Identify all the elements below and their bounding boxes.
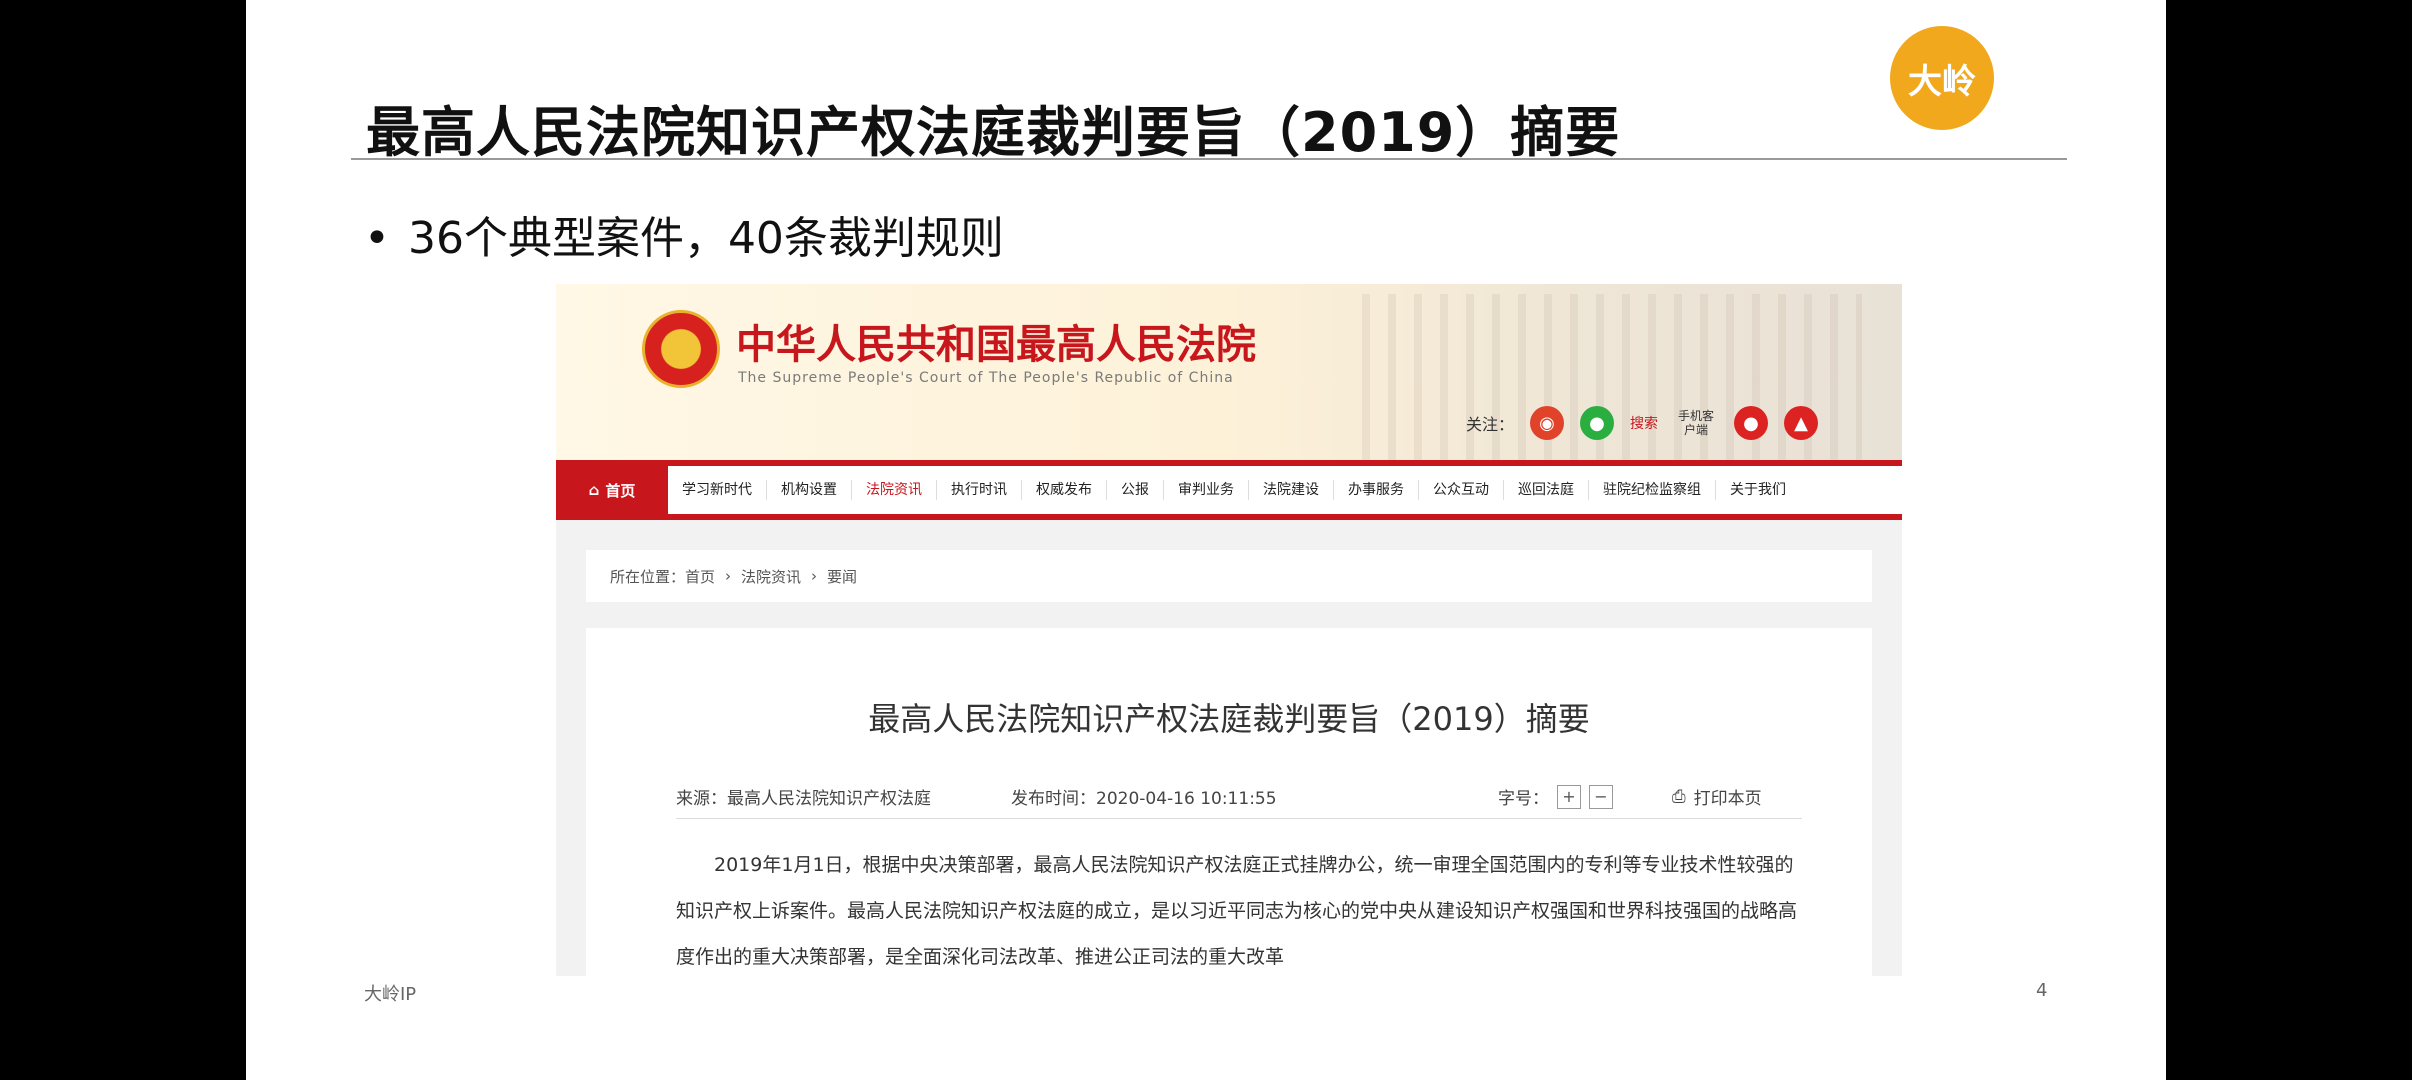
nav-item[interactable]: 权威发布 [1022,480,1107,500]
presentation-slide: 最高人民法院知识产权法庭裁判要旨（2019）摘要 大岭 • 36个典型案件，40条… [246,0,2166,1080]
follow-label: 关注： [1466,415,1515,434]
page-number: 4 [2036,980,2048,1001]
breadcrumb-item[interactable]: 要闻 [827,566,857,587]
national-emblem-icon [642,310,720,388]
bullet-dot-icon: • [364,213,390,264]
search-link[interactable]: 搜索 [1630,413,1658,433]
nav-item[interactable]: 办事服务 [1334,480,1419,500]
nav-item[interactable]: 公报 [1107,480,1164,500]
court-name-en: The Supreme People's Court of The People… [738,370,1234,386]
breadcrumb-item[interactable]: 首页 [685,566,715,587]
site-navbar: ⌂ 首页 学习新时代 机构设置 法院资讯 执行时讯 权威发布 公报 审判业务 法… [556,460,1902,520]
mobile-client-label[interactable]: 手机客户端 [1674,409,1718,437]
nav-home-label: 首页 [605,481,636,500]
footer-brand: 大岭IP [364,984,417,1005]
nav-item[interactable]: 执行时讯 [937,480,1022,500]
font-increase-button[interactable]: + [1557,784,1581,809]
brand-logo: 大岭 [1890,26,1994,130]
nav-item[interactable]: 巡回法庭 [1504,480,1589,500]
slide-bullet: • 36个典型案件，40条裁判规则 [364,202,1004,266]
breadcrumb: 所在位置： 首页 › 法院资讯 › 要闻 [586,550,1872,602]
android-icon[interactable]: ▲ [1784,406,1819,440]
nav-item[interactable]: 审判业务 [1164,480,1249,500]
breadcrumb-prefix: 所在位置： [610,567,686,586]
chevron-right-icon: › [811,567,818,585]
article-paragraph: 2019年1月1日，根据中央决策部署，最高人民法院知识产权法庭正式挂牌办公，统一… [676,854,1798,968]
nav-item[interactable]: 关于我们 [1716,480,1800,500]
font-decrease-button[interactable]: − [1589,784,1613,809]
nav-item[interactable]: 公众互动 [1419,480,1504,500]
wechat-icon[interactable]: ● [1580,406,1615,440]
nav-item[interactable]: 学习新时代 [668,480,767,500]
font-size-label: 字号： [1498,789,1549,809]
site-header: 中华人民共和国最高人民法院 The Supreme People's Court… [556,284,1902,464]
article-panel: 最高人民法院知识产权法庭裁判要旨（2019）摘要 来源：最高人民法院知识产权法庭… [586,628,1872,976]
article-publish-time: 发布时间：2020-04-16 10:11:55 [1011,789,1277,809]
article-title: 最高人民法院知识产权法庭裁判要旨（2019）摘要 [868,700,1590,738]
weibo-icon[interactable]: ◉ [1530,406,1565,440]
nav-item[interactable]: 机构设置 [767,480,852,500]
nav-item[interactable]: 法院建设 [1249,480,1334,500]
font-size-controls: 字号： + − [1498,784,1613,809]
nav-item-active[interactable]: 法院资讯 [852,480,937,500]
print-label: 打印本页 [1693,789,1762,809]
slide-title: 最高人民法院知识产权法庭裁判要旨（2019）摘要 [366,101,1621,164]
court-website-screenshot: 中华人民共和国最高人民法院 The Supreme People's Court… [556,284,1902,976]
article-source: 来源：最高人民法院知识产权法庭 [676,789,931,809]
court-name-cn: 中华人民共和国最高人民法院 [736,322,1256,368]
meta-divider [676,818,1802,819]
title-divider [351,158,2067,160]
nav-item[interactable]: 驻院纪检监察组 [1589,480,1716,500]
home-icon: ⌂ [588,481,600,499]
print-button[interactable]: ⎙ 打印本页 [1672,784,1762,810]
breadcrumb-item[interactable]: 法院资讯 [741,566,801,587]
chevron-right-icon: › [725,567,732,585]
printer-icon: ⎙ [1672,786,1686,807]
apple-icon[interactable]: ● [1734,406,1769,440]
bullet-text: 36个典型案件，40条裁判规则 [407,213,1004,264]
nav-home[interactable]: ⌂ 首页 [556,466,668,514]
social-links: 关注： ◉ ● 搜索 手机客户端 ● ▲ [1466,406,1819,440]
